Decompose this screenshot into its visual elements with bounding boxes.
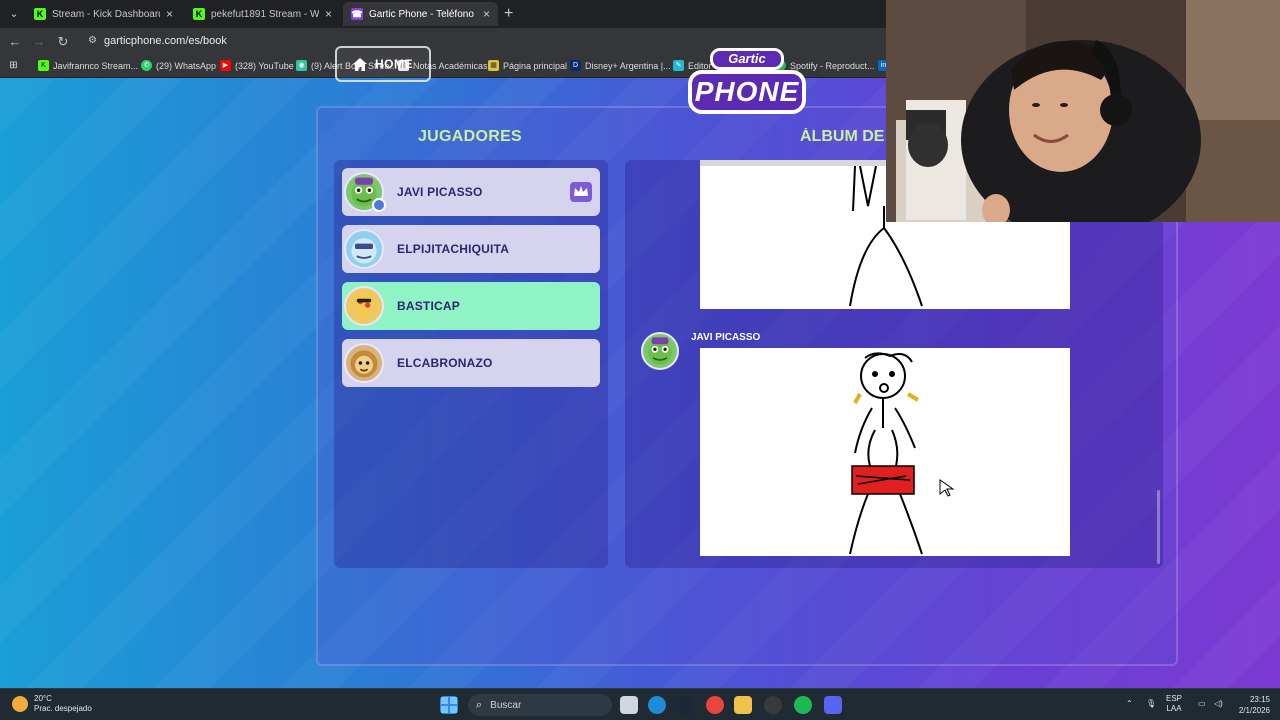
yeti-avatar-icon: [344, 229, 384, 269]
edge-icon[interactable]: [648, 696, 666, 714]
weather-widget[interactable]: 20°C Prac. despejado: [12, 694, 92, 714]
gartic-icon: ☎: [351, 8, 363, 20]
tab-gartic-phone[interactable]: ☎ Gartic Phone - Teléfono Desco ×: [343, 2, 498, 26]
weather-icon: [12, 696, 28, 712]
chrome-icon[interactable]: [706, 696, 724, 714]
forward-icon[interactable]: →: [31, 34, 47, 50]
spotify-icon[interactable]: [794, 696, 812, 714]
streamer-webcam: [886, 0, 1280, 222]
bookmark-whatsapp[interactable]: ✆ (29) WhatsApp: [141, 60, 216, 71]
apps-icon[interactable]: ⊞: [8, 60, 23, 71]
reload-icon[interactable]: ↻: [55, 34, 71, 50]
pizza-avatar-icon: [344, 286, 384, 326]
whatsapp-icon: ✆: [141, 60, 152, 71]
tab-pekefut-stream[interactable]: K pekefut1891 Stream - Watch Li ×: [185, 2, 340, 26]
file-explorer-icon[interactable]: [734, 696, 752, 714]
taskbar-search[interactable]: ⌕ Buscar: [468, 694, 612, 716]
album-scrollbar[interactable]: [1157, 490, 1160, 564]
you-badge-icon: [372, 198, 386, 212]
page-icon: ▦: [488, 60, 499, 71]
home-button[interactable]: HOME: [335, 46, 431, 82]
bookmark-pagina-principal[interactable]: ▦ Página principal: [488, 60, 567, 71]
close-tab-icon[interactable]: ×: [483, 7, 490, 21]
disney-icon: D: [570, 60, 581, 71]
player-row-elcabronazo: ELCABRONAZO: [342, 339, 600, 387]
player-row-javi-picasso: JAVI PICASSO: [342, 168, 600, 216]
gartic-phone-logo: Gartic PHONE: [688, 46, 806, 118]
taskbar-clock[interactable]: 23:15 2/1/2026: [1228, 694, 1270, 716]
player-row-basticap: BASTICAP: [342, 282, 600, 330]
tab-search-icon[interactable]: ⌄: [6, 6, 22, 22]
discord-icon[interactable]: [824, 696, 842, 714]
tray-chevron-icon[interactable]: ⌃: [1126, 699, 1133, 708]
search-icon: ⌕: [476, 698, 483, 711]
kick-icon: K: [34, 8, 46, 20]
streamlabs-icon: ◉: [296, 60, 307, 71]
player-row-elpijitachiquita: ELPIJITACHIQUITA: [342, 225, 600, 273]
windows-start-icon[interactable]: [440, 696, 458, 714]
bookmark-disney[interactable]: D Disney+ Argentina |...: [570, 60, 671, 71]
bookmark-youtube[interactable]: ▶ (328) YouTube: [220, 60, 294, 71]
album-drawing-current: [700, 348, 1070, 556]
task-view-icon[interactable]: [620, 696, 638, 714]
players-title: JUGADORES: [417, 128, 523, 145]
kick-icon: K: [193, 8, 205, 20]
new-tab-icon[interactable]: +: [504, 5, 513, 23]
url-text: garticphone.com/es/book: [104, 35, 227, 47]
host-crown-icon: [570, 182, 592, 202]
bookmark-javifrannco[interactable]: K Javifrannco Stream...: [38, 60, 138, 71]
author-frog-avatar-icon: [641, 332, 679, 370]
home-icon: [353, 57, 367, 71]
tab-kick-dashboard[interactable]: K Stream - Kick Dashboard ×: [26, 2, 181, 26]
close-tab-icon[interactable]: ×: [325, 7, 332, 21]
language-indicator[interactable]: ESP LAA: [1166, 694, 1182, 714]
site-info-icon[interactable]: ⚙: [88, 35, 100, 47]
close-tab-icon[interactable]: ×: [166, 7, 173, 21]
network-icon[interactable]: ▭: [1198, 699, 1206, 708]
steam-icon[interactable]: [676, 696, 694, 714]
kick-icon: K: [38, 60, 49, 71]
back-icon[interactable]: ←: [7, 34, 23, 50]
album-entry-author: JAVI PICASSO: [691, 332, 761, 343]
obs-icon[interactable]: [764, 696, 782, 714]
volume-icon[interactable]: ◁): [1214, 699, 1223, 708]
lion-avatar-icon: [344, 343, 384, 383]
windows-taskbar: 20°C Prac. despejado ⌕ Buscar ⌃ 🎙 ESP LA…: [0, 688, 1280, 720]
youtube-icon: ▶: [220, 60, 231, 71]
microphone-icon[interactable]: 🎙: [1146, 699, 1156, 708]
editor-icon: ✎: [673, 60, 684, 71]
